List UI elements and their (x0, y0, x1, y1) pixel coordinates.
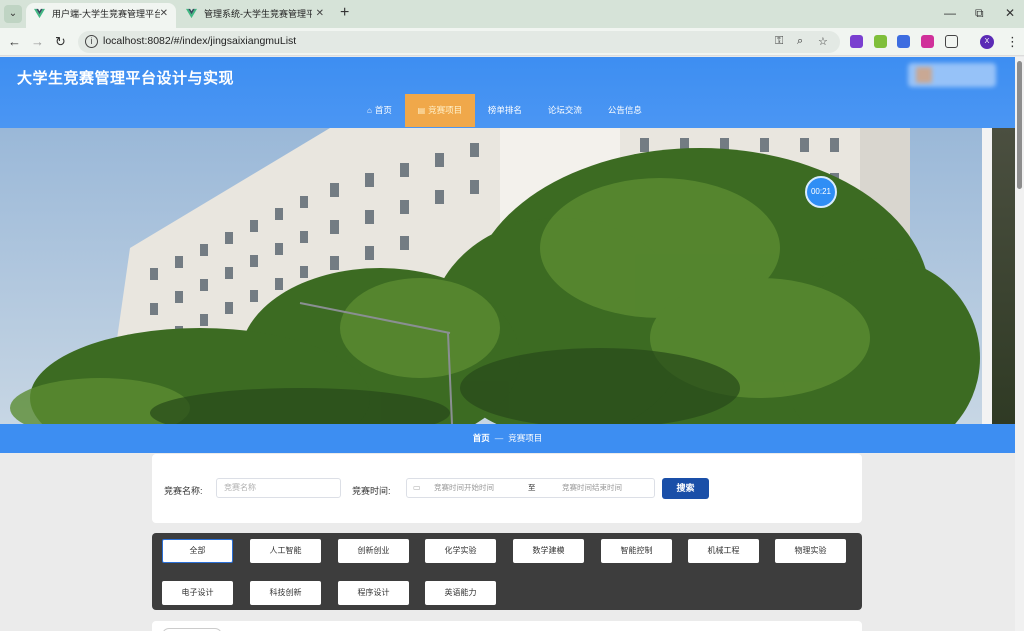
menu-kebab-icon[interactable]: ⋮ (1006, 34, 1019, 50)
restore-icon[interactable]: ⧉ (975, 6, 984, 21)
nav-announcements[interactable]: 公告信息 (595, 94, 655, 127)
extension-download-icon[interactable] (921, 35, 934, 48)
category-item[interactable]: 程序设计 (338, 581, 409, 605)
results-panel (152, 621, 862, 631)
category-item[interactable]: 智能控制 (601, 539, 672, 563)
category-filter-panel: 全部 人工智能 创新创业 化学实验 数学建模 智能控制 机械工程 物理实验 电子… (152, 533, 862, 610)
breadcrumb: 首页 — 竞赛项目 (0, 424, 1015, 453)
banner-next-slide-preview[interactable] (992, 128, 1015, 424)
new-tab-icon[interactable]: + (340, 4, 349, 22)
tab-search-chevron-icon[interactable]: ⌄ (4, 5, 22, 23)
end-date-input[interactable]: 竞赛时间结束时间 (562, 479, 622, 497)
nav-home[interactable]: ⌂ 首页 (354, 94, 405, 127)
window-close-icon[interactable]: ✕ (1005, 6, 1015, 20)
vue-logo-icon (34, 8, 45, 19)
home-icon: ⌂ (367, 106, 372, 115)
extensions-puzzle-icon[interactable] (945, 35, 958, 48)
category-item[interactable]: 化学实验 (425, 539, 496, 563)
browser-tab-bar: ⌄ 用户端-大学生竞赛管理平台设计与实现 ✕ 管理系统-大学生竞赛管理平台设计与… (0, 0, 1024, 28)
main-nav: ⌂ 首页 ▤ 竞赛项目 榜单排名 论坛交流 公告信息 (354, 94, 655, 127)
start-date-input[interactable]: 竞赛时间开始时间 (434, 479, 494, 497)
list-icon: ▤ (417, 106, 426, 115)
scrollbar-thumb[interactable] (1017, 61, 1022, 189)
minimize-icon[interactable]: — (944, 6, 956, 20)
site-info-icon[interactable]: i (85, 35, 98, 48)
url-text: localhost:8082/#/index/jingsaixiangmuLis… (103, 35, 297, 47)
nav-label: 榜单排名 (487, 105, 522, 115)
page-scrollbar[interactable] (1015, 57, 1024, 631)
nav-competitions[interactable]: ▤ 竞赛项目 (404, 94, 475, 127)
banner-gap (982, 128, 992, 424)
bookmark-star-icon[interactable]: ☆ (818, 35, 828, 48)
browser-toolbar: ← → ↻ i localhost:8082/#/index/jingsaixi… (0, 28, 1024, 56)
extension-leaf-icon[interactable] (874, 35, 887, 48)
category-item[interactable]: 创新创业 (338, 539, 409, 563)
browser-tab-admin[interactable]: 管理系统-大学生竞赛管理平台设计与实现 ✕ (178, 3, 332, 28)
competition-time-range-picker[interactable]: ▭ 竞赛时间开始时间 至 竞赛时间结束时间 (406, 478, 655, 498)
search-panel: 竞赛名称: 竞赛名称 竞赛时间: ▭ 竞赛时间开始时间 至 竞赛时间结束时间 搜… (152, 454, 862, 523)
category-item[interactable]: 物理实验 (775, 539, 846, 563)
calendar-icon: ▭ (413, 483, 421, 492)
extension-scissors-icon[interactable] (850, 35, 863, 48)
category-item[interactable]: 电子设计 (162, 581, 233, 605)
back-icon[interactable]: ← (8, 34, 21, 49)
category-item[interactable]: 机械工程 (688, 539, 759, 563)
forward-icon[interactable]: → (31, 34, 44, 49)
page-viewport: 大学生竞赛管理平台设计与实现 ⌂ 首页 ▤ 竞赛项目 榜单排名 论坛交流 公告信息 (0, 57, 1015, 631)
site-title: 大学生竞赛管理平台设计与实现 (17, 70, 235, 87)
reload-icon[interactable]: ↻ (55, 34, 66, 50)
profile-avatar[interactable]: X (980, 35, 994, 49)
competition-time-label: 竞赛时间: (352, 486, 391, 496)
close-tab-icon[interactable]: ✕ (316, 3, 324, 25)
zoom-icon[interactable]: ⌕ (797, 35, 803, 48)
category-item[interactable]: 人工智能 (250, 539, 321, 563)
tab-title: 管理系统-大学生竞赛管理平台设计与实现 (204, 9, 312, 19)
breadcrumb-separator: — (494, 433, 504, 443)
nav-ranking[interactable]: 榜单排名 (475, 94, 535, 127)
search-button[interactable]: 搜索 (662, 478, 709, 499)
nav-forum[interactable]: 论坛交流 (535, 94, 595, 127)
breadcrumb-current: 竞赛项目 (508, 433, 543, 443)
browser-tab-user[interactable]: 用户端-大学生竞赛管理平台设计与实现 ✕ (26, 3, 176, 28)
banner-carousel-image[interactable] (0, 128, 982, 424)
user-avatar-blurred[interactable] (908, 63, 996, 87)
vue-logo-icon (186, 8, 197, 19)
countdown-timer-badge: 00:21 (805, 176, 837, 208)
category-item[interactable]: 科技创新 (250, 581, 321, 605)
password-key-icon[interactable]: ⚿ (775, 35, 783, 48)
site-header: 大学生竞赛管理平台设计与实现 ⌂ 首页 ▤ 竞赛项目 榜单排名 论坛交流 公告信息 (0, 57, 1015, 128)
category-item[interactable]: 数学建模 (513, 539, 584, 563)
address-bar[interactable]: i localhost:8082/#/index/jingsaixiangmuL… (78, 31, 840, 53)
extension-tool-icon[interactable] (897, 35, 910, 48)
nav-label: 竞赛项目 (428, 105, 463, 115)
competition-name-label: 竞赛名称: (164, 486, 203, 496)
nav-label: 首页 (374, 105, 392, 115)
breadcrumb-home[interactable]: 首页 (473, 433, 490, 443)
category-all[interactable]: 全部 (162, 539, 233, 563)
category-item[interactable]: 英语能力 (425, 581, 496, 605)
tab-title: 用户端-大学生竞赛管理平台设计与实现 (52, 9, 160, 19)
campus-photo (0, 128, 982, 424)
nav-label: 论坛交流 (547, 105, 582, 115)
competition-name-input[interactable]: 竞赛名称 (216, 478, 341, 498)
nav-label: 公告信息 (607, 105, 642, 115)
close-tab-icon[interactable]: ✕ (160, 3, 168, 25)
range-separator: 至 (528, 483, 536, 492)
